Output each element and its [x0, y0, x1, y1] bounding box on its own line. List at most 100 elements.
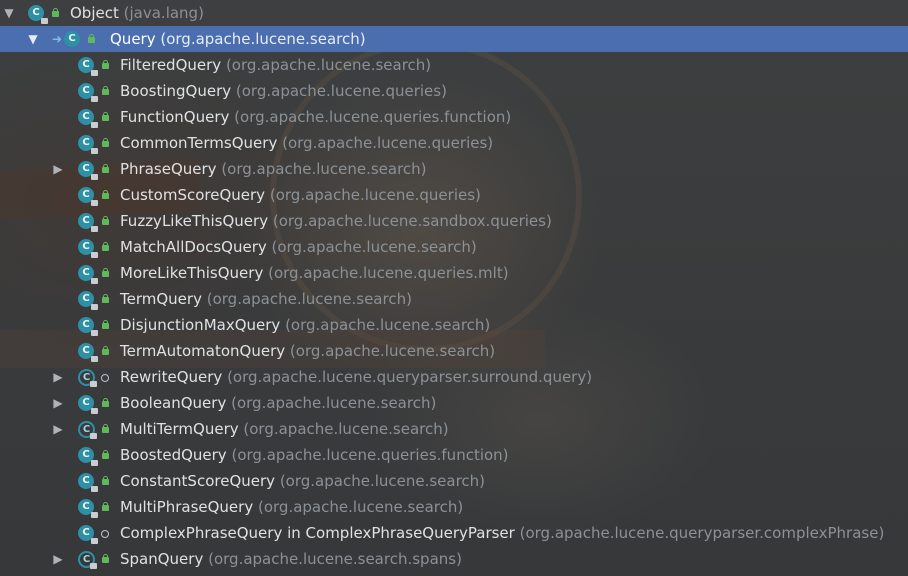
tree-row[interactable]: C DisjunctionMaxQuery (org.apache.lucene.… — [0, 312, 908, 338]
class-icon: C — [28, 5, 48, 24]
tree-row-label: BoostedQuery (org.apache.lucene.queries.… — [120, 442, 509, 468]
class-name: ComplexPhraseQuery in ComplexPhraseQuery… — [120, 524, 515, 542]
abstract-class-icon: C — [78, 421, 97, 439]
class-name: TermQuery — [120, 290, 202, 308]
class-name: MoreLikeThisQuery — [120, 264, 264, 282]
collapsed-arrow-icon[interactable]: ▶ — [51, 156, 65, 182]
public-visibility-icon — [101, 242, 111, 252]
class-name: FilteredQuery — [120, 56, 222, 74]
tree-row[interactable]: C CustomScoreQuery (org.apache.lucene.que… — [0, 182, 908, 208]
tree-row-object[interactable]: ▼ C Object (java.lang) — [0, 0, 908, 26]
collapsed-arrow-icon[interactable]: ▶ — [51, 416, 65, 442]
class-name: BoostedQuery — [120, 446, 227, 464]
package-name: (org.apache.lucene.queryparser.complexPh… — [519, 524, 885, 542]
class-name: BoostingQuery — [120, 82, 232, 100]
public-visibility-icon — [101, 86, 111, 96]
class-icon: C — [78, 239, 98, 258]
public-visibility-icon — [101, 502, 111, 512]
package-name: (org.apache.lucene.search) — [225, 56, 432, 74]
tree-row[interactable]: ▶ C MultiTermQuery (org.apache.lucene.sear… — [0, 416, 908, 442]
package-name: (org.apache.lucene.search) — [285, 316, 491, 334]
tree-row[interactable]: C ComplexPhraseQuery in ComplexPhraseQuer… — [0, 520, 908, 546]
class-icon: C — [78, 135, 98, 154]
tree-row[interactable]: C BoostingQuery (org.apache.lucene.querie… — [0, 78, 908, 104]
public-visibility-icon — [101, 60, 111, 70]
package-name: (org.apache.lucene.queryparser.surround.… — [227, 368, 593, 386]
package-name: (org.apache.lucene.search) — [231, 394, 437, 412]
tree-row-label: BoostingQuery (org.apache.lucene.queries… — [120, 78, 447, 104]
class-icon: C — [78, 473, 98, 492]
tree-row[interactable]: ▶ C PhraseQuery (org.apache.lucene.search) — [0, 156, 908, 182]
abstract-class-icon: C — [78, 551, 97, 569]
tree-row[interactable]: ▶ C SpanQuery (org.apache.lucene.search.sp… — [0, 546, 908, 572]
class-icon: C — [64, 31, 80, 47]
class-icon: C — [78, 161, 98, 180]
package-name: (org.apache.lucene.search) — [258, 498, 464, 516]
public-visibility-icon — [101, 476, 111, 486]
public-visibility-icon — [101, 554, 111, 564]
tree-row[interactable]: C FuzzyLikeThisQuery (org.apache.lucene.s… — [0, 208, 908, 234]
tree-row[interactable]: C MoreLikeThisQuery (org.apache.lucene.qu… — [0, 260, 908, 286]
tree-row-label: TermQuery (org.apache.lucene.search) — [120, 286, 412, 312]
public-visibility-icon — [101, 138, 111, 148]
class-icon: C — [78, 213, 98, 232]
tree-row-label: PhraseQuery (org.apache.lucene.search) — [120, 156, 427, 182]
class-name: MultiPhraseQuery — [120, 498, 254, 516]
class-icon: C — [78, 57, 98, 76]
class-icon: C — [78, 525, 98, 544]
tree-row-label: FunctionQuery (org.apache.lucene.queries… — [120, 104, 511, 130]
tree-row[interactable]: C FilteredQuery (org.apache.lucene.search… — [0, 52, 908, 78]
public-visibility-icon — [101, 294, 111, 304]
expanded-arrow-icon[interactable]: ▼ — [2, 0, 16, 26]
public-visibility-icon — [101, 268, 111, 278]
tree-row[interactable]: C MatchAllDocsQuery (org.apache.lucene.se… — [0, 234, 908, 260]
tree-row[interactable]: C CommonTermsQuery (org.apache.lucene.que… — [0, 130, 908, 156]
tree-row-label: RewriteQuery (org.apache.lucene.querypar… — [120, 364, 592, 390]
public-visibility-icon — [101, 164, 111, 174]
tree-row-label: MatchAllDocsQuery (org.apache.lucene.sea… — [120, 234, 477, 260]
package-name: (org.apache.lucene.search) — [279, 472, 486, 490]
package-visibility-icon — [101, 374, 109, 382]
tree-row-label: MultiPhraseQuery (org.apache.lucene.sear… — [120, 494, 463, 520]
collapsed-arrow-icon[interactable]: ▶ — [51, 364, 65, 390]
tree-row[interactable]: C FunctionQuery (org.apache.lucene.querie… — [0, 104, 908, 130]
package-name: (org.apache.lucene.search) — [271, 238, 477, 256]
class-icon: C — [78, 317, 98, 336]
class-name: SpanQuery — [120, 550, 204, 568]
public-visibility-icon — [101, 216, 111, 226]
tree-row[interactable]: C ConstantScoreQuery (org.apache.lucene.s… — [0, 468, 908, 494]
collapsed-arrow-icon[interactable]: ▶ — [51, 546, 65, 572]
collapsed-arrow-icon[interactable]: ▶ — [51, 390, 65, 416]
tree-row-label: MultiTermQuery (org.apache.lucene.search… — [120, 416, 449, 442]
class-icon: C — [78, 395, 98, 414]
type-hierarchy-tree[interactable]: ▼ C Object (java.lang) ▼ ➜ C Query (org.… — [0, 0, 908, 572]
class-name: Object — [70, 4, 119, 22]
expanded-arrow-icon[interactable]: ▼ — [26, 26, 40, 52]
class-icon: C — [78, 499, 98, 518]
class-name: CustomScoreQuery — [120, 186, 266, 204]
tree-row[interactable]: ▶ C RewriteQuery (org.apache.lucene.queryp… — [0, 364, 908, 390]
tree-row[interactable]: C TermQuery (org.apache.lucene.search) — [0, 286, 908, 312]
public-visibility-icon — [101, 450, 111, 460]
tree-row[interactable]: C BoostedQuery (org.apache.lucene.queries… — [0, 442, 908, 468]
package-name: (org.apache.lucene.search) — [206, 290, 412, 308]
class-name: Query — [110, 30, 156, 48]
class-icon: C — [78, 343, 98, 362]
tree-row[interactable]: ▶ C BooleanQuery (org.apache.lucene.search… — [0, 390, 908, 416]
class-icon: C — [78, 291, 98, 310]
tree-row[interactable]: C TermAutomatonQuery (org.apache.lucene.s… — [0, 338, 908, 364]
class-name: CommonTermsQuery — [120, 134, 278, 152]
package-name: (org.apache.lucene.queries) — [282, 134, 494, 152]
class-name: BooleanQuery — [120, 394, 227, 412]
abstract-class-icon: C — [78, 369, 97, 387]
package-name: (org.apache.lucene.queries) — [235, 82, 447, 100]
tree-row-label: CommonTermsQuery (org.apache.lucene.quer… — [120, 130, 493, 156]
package-name: (java.lang) — [123, 4, 204, 22]
tree-row[interactable]: C MultiPhraseQuery (org.apache.lucene.sea… — [0, 494, 908, 520]
class-icon: C — [78, 83, 98, 102]
tree-row-label: DisjunctionMaxQuery (org.apache.lucene.s… — [120, 312, 490, 338]
class-name: FuzzyLikeThisQuery — [120, 212, 269, 230]
package-visibility-icon — [101, 530, 109, 538]
tree-row-query-selected[interactable]: ▼ ➜ C Query (org.apache.lucene.search) — [0, 26, 908, 52]
public-visibility-icon — [101, 346, 111, 356]
